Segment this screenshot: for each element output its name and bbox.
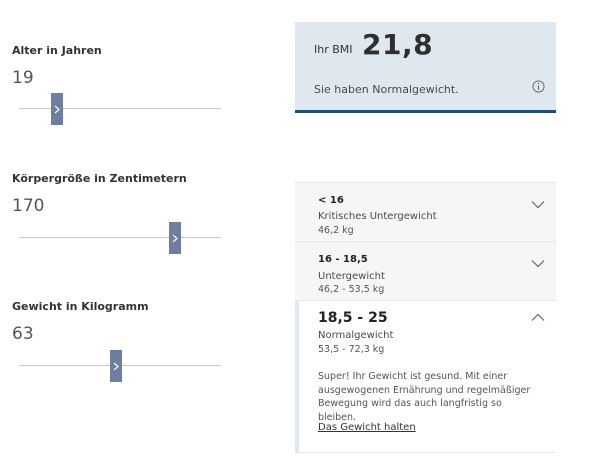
category-weight: 46,2 kg bbox=[318, 225, 354, 236]
bmi-value: 21,8 bbox=[362, 28, 434, 61]
category-range: 18,5 - 25 bbox=[318, 310, 388, 326]
chevron-right-icon bbox=[54, 105, 60, 113]
weight-value: 63 bbox=[12, 324, 34, 344]
bmi-result-box: Ihr BMI 21,8 Sie haben Normalgewicht. bbox=[295, 22, 556, 113]
age-slider-handle[interactable] bbox=[51, 93, 63, 125]
category-weight: 46,2 - 53,5 kg bbox=[318, 284, 385, 295]
category-description: Super! Ihr Gewicht ist gesund. Mit einer… bbox=[318, 371, 531, 423]
bmi-status-text: Sie haben Normalgewicht. bbox=[314, 83, 459, 96]
info-icon[interactable] bbox=[532, 80, 545, 93]
active-indicator bbox=[295, 301, 299, 453]
keep-weight-link[interactable]: Das Gewicht halten bbox=[318, 422, 416, 433]
chevron-right-icon bbox=[172, 234, 178, 242]
bmi-caption: Ihr BMI bbox=[314, 43, 353, 56]
category-title: Untergewicht bbox=[318, 271, 385, 282]
divider bbox=[295, 452, 556, 453]
category-item-normal-weight[interactable]: 18,5 - 25 Normalgewicht 53,5 - 72,3 kg S… bbox=[295, 300, 556, 453]
category-title: Kritisches Untergewicht bbox=[318, 211, 437, 222]
age-value: 19 bbox=[12, 68, 34, 88]
category-range: < 16 bbox=[318, 195, 344, 206]
category-title: Normalgewicht bbox=[318, 330, 394, 341]
height-slider-handle[interactable] bbox=[169, 222, 181, 254]
chevron-up-icon[interactable] bbox=[531, 313, 545, 322]
height-value: 170 bbox=[12, 196, 45, 216]
category-item-underweight[interactable]: 16 - 18,5 Untergewicht 46,2 - 53,5 kg bbox=[295, 241, 556, 301]
category-weight: 53,5 - 72,3 kg bbox=[318, 344, 385, 355]
height-label: Körpergröße in Zentimetern bbox=[12, 172, 187, 185]
chevron-down-icon[interactable] bbox=[531, 200, 545, 209]
category-range: 16 - 18,5 bbox=[318, 254, 368, 265]
weight-slider-handle[interactable] bbox=[110, 350, 122, 382]
chevron-down-icon[interactable] bbox=[531, 259, 545, 268]
age-label: Alter in Jahren bbox=[12, 44, 102, 57]
age-slider-track[interactable] bbox=[19, 108, 221, 109]
category-item-critical-underweight[interactable]: < 16 Kritisches Untergewicht 46,2 kg bbox=[295, 182, 556, 242]
height-slider-track[interactable] bbox=[19, 237, 221, 238]
weight-label: Gewicht in Kilogramm bbox=[12, 300, 149, 313]
chevron-right-icon bbox=[113, 362, 119, 370]
